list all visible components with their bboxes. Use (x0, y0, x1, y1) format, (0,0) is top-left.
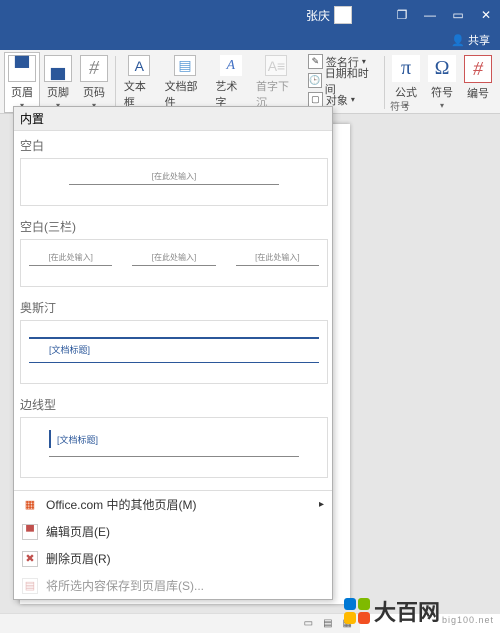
remove-icon: ✖ (22, 551, 38, 567)
gallery-item-austin[interactable]: [文档标题] (20, 320, 328, 384)
number-button[interactable]: # 编号 (460, 52, 496, 113)
office-icon: ▦ (22, 497, 38, 513)
footer-label: 页脚 (47, 84, 69, 100)
header-icon: ▀ (8, 55, 36, 82)
wordart-button[interactable]: A 艺术字 (210, 52, 251, 113)
save-to-gallery-button: ▤将所选内容保存到页眉库(S)... (14, 572, 332, 599)
symbol-button[interactable]: Ω 符号 ▾ (424, 52, 460, 113)
chevron-right-icon: ▸ (319, 499, 324, 510)
textbox-button[interactable]: A 文本框 (119, 52, 160, 113)
quick-parts-icon: ▤ (174, 55, 196, 76)
share-label: 共享 (468, 32, 490, 48)
watermark-sub: big100.net (442, 615, 494, 625)
gallery-label-austin: 奥斯汀 (18, 295, 330, 318)
gallery-scroll[interactable]: 空白 [在此处输入] 空白(三栏) [在此处输入] [在此处输入] [在此处输入… (14, 131, 332, 490)
avatar[interactable] (334, 6, 352, 24)
title-bar: 张庆 ❐ — ▭ ✕ (0, 0, 500, 30)
number-label: 编号 (467, 85, 489, 101)
share-button[interactable]: 👤 共享 (451, 32, 490, 48)
page-number-icon: # (80, 55, 108, 82)
symbol-label: 符号 (431, 84, 453, 100)
gallery-section-builtin: 内置 (14, 107, 332, 131)
gallery-label-blank: 空白 (18, 133, 330, 156)
object-icon: ▢ (308, 92, 323, 107)
share-icon: 👤 (451, 34, 465, 47)
ribbon: ▀ 页眉 ▾ ▄ 页脚 ▾ # 页码 ▾ A 文本框 ▤ 文档部件 A 艺术字 … (0, 50, 500, 114)
number-icon: # (464, 55, 492, 83)
page-number-button[interactable]: # 页码 ▾ (76, 52, 112, 113)
dropcap-button[interactable]: A≡ 首字下沉 (251, 52, 302, 113)
separator (384, 56, 385, 109)
watermark: 大百网 big100.net (344, 595, 494, 627)
header-gallery-dropdown: 内置 空白 [在此处输入] 空白(三栏) [在此处输入] [在此处输入] [在此… (13, 106, 333, 600)
share-bar: 👤 共享 (0, 30, 500, 50)
user-area[interactable]: 张庆 (306, 6, 352, 24)
header-button[interactable]: ▀ 页眉 ▾ (4, 52, 40, 113)
watermark-text: 大百网 (374, 595, 440, 627)
gallery-item-sideline[interactable]: [文档标题] (20, 417, 328, 478)
gallery-item-blank3[interactable]: [在此处输入] [在此处输入] [在此处输入] (20, 239, 328, 287)
datetime-icon: 🕒 (308, 73, 322, 88)
print-layout-icon[interactable]: ▤ (323, 618, 332, 629)
minimize-button[interactable]: — (422, 8, 438, 22)
quick-parts-button[interactable]: ▤ 文档部件 (160, 52, 211, 113)
close-button[interactable]: ✕ (478, 8, 494, 22)
page-number-label: 页码 (83, 84, 105, 100)
gallery-label-sideline: 边线型 (18, 392, 330, 415)
username-label: 张庆 (306, 7, 330, 24)
maximize-button[interactable]: ▭ (450, 8, 466, 22)
edit-icon: ▀ (22, 524, 38, 540)
read-mode-icon[interactable]: ▭ (304, 618, 313, 629)
header-label: 页眉 (11, 84, 33, 100)
status-bar: ▭ ▤ ▦ (0, 613, 360, 633)
dropcap-icon: A≡ (265, 55, 287, 76)
date-time-button[interactable]: 🕒日期和时间 (304, 71, 379, 90)
footer-icon: ▄ (44, 55, 72, 82)
remove-header-button[interactable]: ✖删除页眉(R) (14, 545, 332, 572)
symbol-icon: Ω (428, 55, 456, 82)
chevron-down-icon: ▾ (440, 101, 444, 110)
signature-icon: ✎ (308, 54, 323, 69)
equation-icon: π (392, 55, 420, 82)
textbox-icon: A (128, 55, 150, 76)
footer-button[interactable]: ▄ 页脚 ▾ (40, 52, 76, 113)
gallery-item-blank[interactable]: [在此处输入] (20, 158, 328, 206)
gallery-label-filigree: 花丝 (18, 486, 330, 490)
edit-header-button[interactable]: ▀编辑页眉(E) (14, 518, 332, 545)
text-extras-stack: ✎签名行▾ 🕒日期和时间 ▢对象▾ (302, 52, 381, 113)
ribbon-options-icon[interactable]: ❐ (394, 8, 410, 22)
wordart-icon: A (220, 55, 242, 76)
watermark-logo-icon (344, 598, 370, 624)
separator (115, 56, 116, 109)
gallery-label-blank3: 空白(三栏) (18, 214, 330, 237)
more-from-office-button[interactable]: ▦Office.com 中的其他页眉(M) ▸ (14, 491, 332, 518)
gallery-footer: ▦Office.com 中的其他页眉(M) ▸ ▀编辑页眉(E) ✖删除页眉(R… (14, 490, 332, 599)
group-label-symbol: 符号 (390, 98, 410, 113)
save-icon: ▤ (22, 578, 38, 594)
